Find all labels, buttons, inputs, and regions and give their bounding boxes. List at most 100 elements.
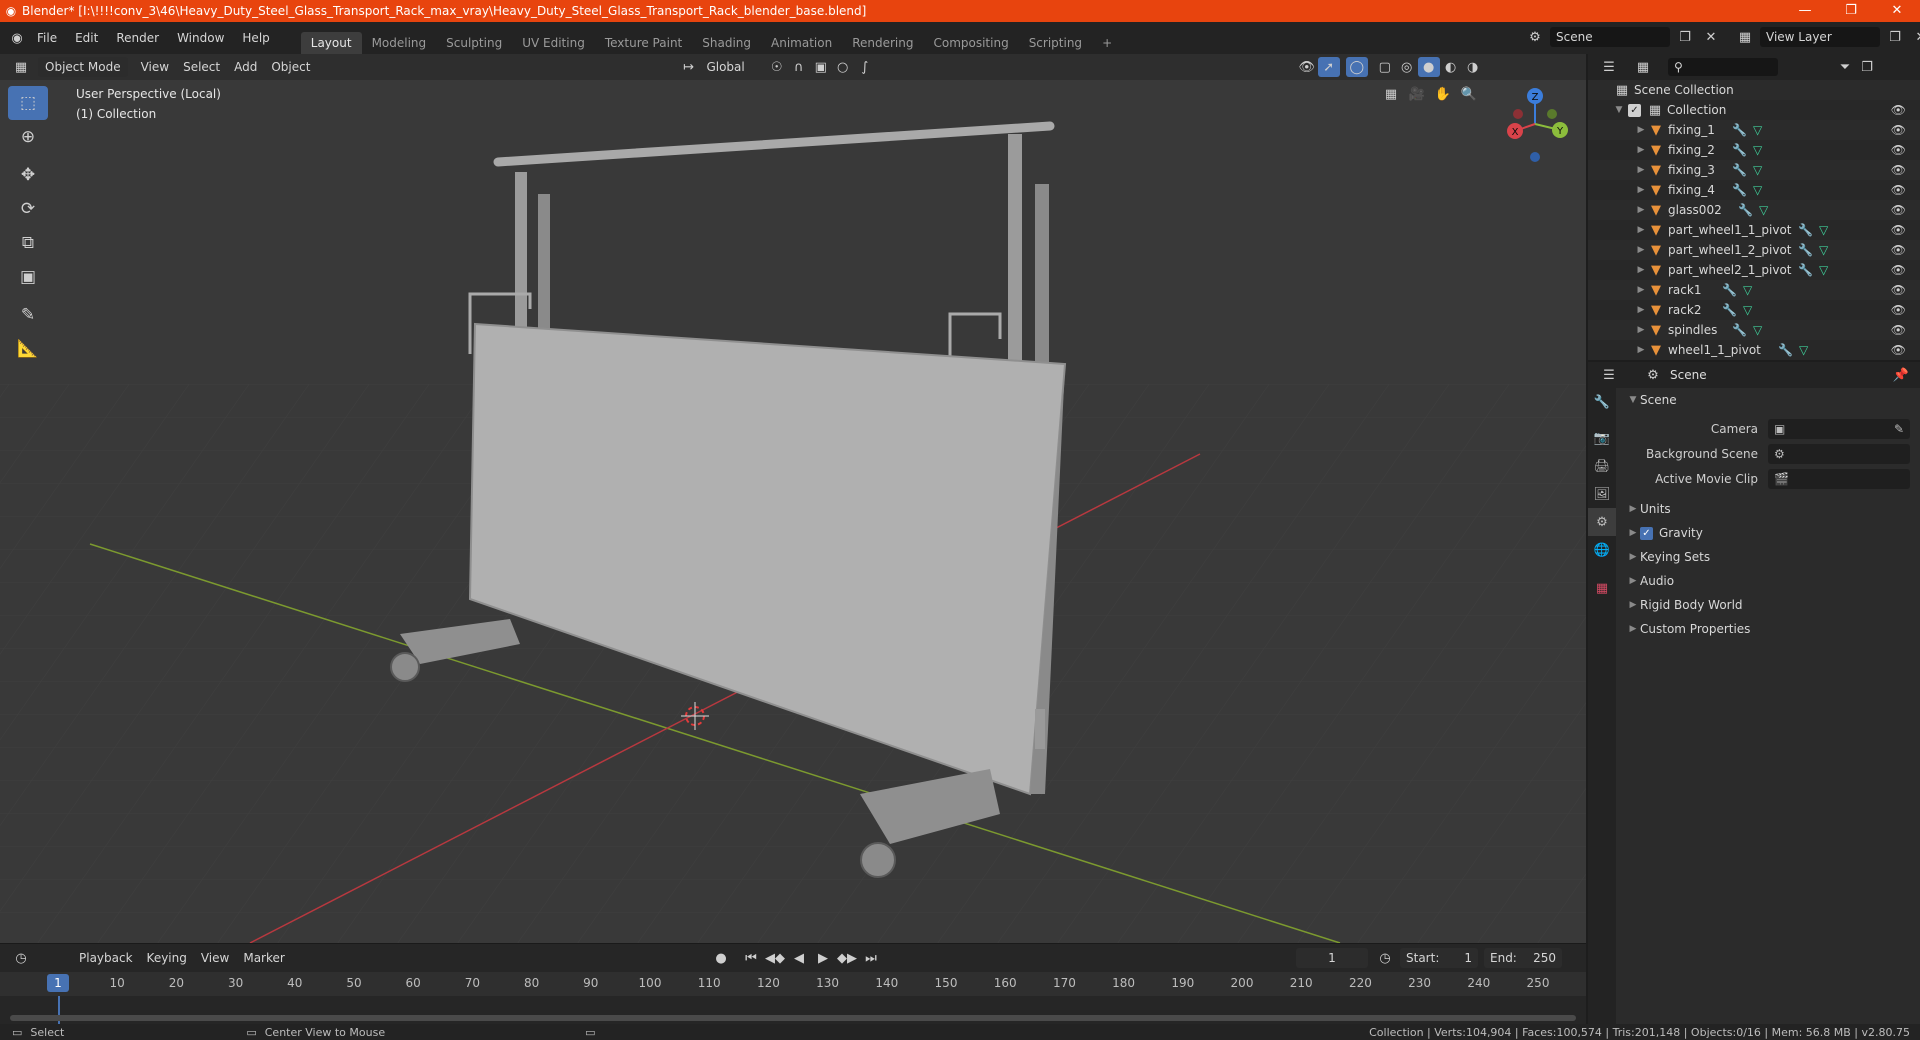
zoom-view-icon[interactable]: 🔍 — [1458, 84, 1480, 104]
menu-select[interactable]: Select — [176, 57, 227, 77]
expand-icon[interactable]: ▶ — [1626, 504, 1640, 514]
expand-icon[interactable]: ▶ — [1634, 245, 1648, 255]
menu-window[interactable]: Window — [168, 27, 233, 49]
menu-render[interactable]: Render — [107, 27, 168, 49]
tab-texture-paint[interactable]: Texture Paint — [595, 32, 692, 54]
overlays-toggle-icon[interactable]: ◯ — [1345, 57, 1368, 77]
menu-playback[interactable]: Playback — [72, 948, 140, 968]
output-tab-icon[interactable]: 🖨 — [1588, 452, 1616, 480]
mesh-data-icon[interactable]: ▽ — [1743, 283, 1752, 297]
eye-icon[interactable]: 👁 — [1891, 163, 1906, 177]
collapse-icon[interactable]: ▼ — [1626, 395, 1640, 405]
menu-help[interactable]: Help — [233, 27, 278, 49]
select-box-tool-icon[interactable]: ⬚ — [8, 86, 48, 120]
expand-icon[interactable]: ▶ — [1626, 552, 1640, 562]
mesh-data-icon[interactable]: ▽ — [1799, 343, 1808, 357]
cursor-tool-icon[interactable]: ⊕ — [8, 120, 48, 154]
delete-scene-icon[interactable]: ✕ — [1700, 27, 1722, 47]
units-panel-header[interactable]: ▶ Units — [1618, 497, 1920, 521]
list-item[interactable]: ▶ ▼ part_wheel1_2_pivot 🔧 ▽ 👁 — [1588, 240, 1920, 260]
keying-sets-panel-header[interactable]: ▶ Keying Sets — [1618, 545, 1920, 569]
toggle-perspective-icon[interactable]: ▦ — [1380, 84, 1402, 104]
eyedropper-icon[interactable]: ✎ — [1894, 422, 1904, 436]
eye-icon[interactable]: 👁 — [1891, 243, 1906, 257]
tab-rendering[interactable]: Rendering — [842, 32, 923, 54]
delete-view-layer-icon[interactable]: ✕ — [1910, 27, 1920, 47]
jump-start-icon[interactable]: ⏮ — [740, 948, 762, 968]
eye-icon[interactable]: 👁 — [1891, 183, 1906, 197]
tab-sculpting[interactable]: Sculpting — [436, 32, 512, 54]
eye-icon[interactable]: 👁 — [1891, 343, 1906, 357]
expand-icon[interactable]: ▶ — [1634, 325, 1648, 335]
new-scene-icon[interactable]: ❐ — [1674, 27, 1696, 47]
end-frame-field[interactable]: End: 250 — [1484, 948, 1562, 968]
custom-properties-panel-header[interactable]: ▶ Custom Properties — [1618, 617, 1920, 641]
modifier-icon[interactable]: 🔧 — [1732, 123, 1747, 137]
rendered-shading-icon[interactable]: ◑ — [1462, 57, 1484, 77]
tab-shading[interactable]: Shading — [692, 32, 761, 54]
record-icon[interactable]: ● — [710, 948, 732, 968]
view-layer-tab-icon[interactable]: 🖼 — [1588, 480, 1616, 508]
scene-tab-icon[interactable]: ⚙ — [1588, 508, 1616, 536]
eye-icon[interactable]: 👁 — [1891, 143, 1906, 157]
eye-icon[interactable]: 👁 — [1891, 203, 1906, 217]
annotate-tool-icon[interactable]: ✎ — [8, 298, 48, 332]
scene-panel-header[interactable]: ▼ Scene — [1618, 388, 1920, 412]
eye-icon[interactable]: 👁 — [1891, 283, 1906, 297]
prev-keyframe-icon[interactable]: ◀◆ — [764, 948, 786, 968]
display-mode-icon[interactable]: ▦ — [1632, 57, 1654, 77]
menu-marker[interactable]: Marker — [236, 948, 291, 968]
rigid-body-world-panel-header[interactable]: ▶ Rigid Body World — [1618, 593, 1920, 617]
menu-edit[interactable]: Edit — [66, 27, 107, 49]
maximize-button[interactable]: ❐ — [1828, 0, 1874, 22]
modifier-icon[interactable]: 🔧 — [1732, 143, 1747, 157]
eye-icon[interactable]: 👁 — [1891, 223, 1906, 237]
timeline-scrollbar[interactable] — [10, 1015, 1576, 1021]
active-movie-clip-field[interactable]: 🎬 — [1768, 468, 1910, 489]
current-frame-field[interactable]: 1 — [1296, 948, 1368, 968]
menu-keying[interactable]: Keying — [140, 948, 194, 968]
camera-field[interactable]: ▣ ✎ — [1768, 418, 1910, 439]
wireframe-shading-icon[interactable]: ◎ — [1396, 57, 1418, 77]
audio-panel-header[interactable]: ▶ Audio — [1618, 569, 1920, 593]
expand-icon[interactable]: ▶ — [1626, 576, 1640, 586]
scale-tool-icon[interactable]: ⧉ — [8, 226, 48, 260]
modifier-icon[interactable]: 🔧 — [1722, 283, 1737, 297]
list-item[interactable]: ▶ ▼ fixing_2 🔧 ▽ 👁 — [1588, 140, 1920, 160]
eye-icon[interactable]: 👁 — [1891, 123, 1906, 137]
eye-icon[interactable]: 👁 — [1891, 303, 1906, 317]
current-frame-indicator[interactable]: 1 — [47, 974, 69, 992]
expand-icon[interactable]: ▶ — [1634, 165, 1648, 175]
expand-icon[interactable]: ▶ — [1626, 600, 1640, 610]
properties-editor-type-icon[interactable]: ☰ — [1598, 365, 1620, 385]
snap-target-icon[interactable]: ▣ — [810, 57, 832, 77]
editor-type-icon[interactable]: ▦ — [10, 57, 32, 77]
modifier-icon[interactable]: 🔧 — [1732, 323, 1747, 337]
measure-tool-icon[interactable]: 📐 — [8, 332, 48, 366]
modifier-icon[interactable]: 🔧 — [1738, 203, 1753, 217]
menu-file[interactable]: File — [28, 27, 66, 49]
mesh-data-icon[interactable]: ▽ — [1819, 223, 1828, 237]
modifier-icon[interactable]: 🔧 — [1732, 183, 1747, 197]
list-item[interactable]: ▶ ▼ glass002 🔧 ▽ 👁 — [1588, 200, 1920, 220]
tab-uv-editing[interactable]: UV Editing — [512, 32, 595, 54]
texture-tab-icon[interactable]: ▦ — [1588, 574, 1616, 602]
expand-icon[interactable]: ▶ — [1634, 185, 1648, 195]
pan-view-icon[interactable]: ✋ — [1432, 84, 1454, 104]
tab-animation[interactable]: Animation — [761, 32, 842, 54]
mesh-data-icon[interactable]: ▽ — [1743, 303, 1752, 317]
move-tool-icon[interactable]: ✥ — [8, 158, 48, 192]
eye-icon[interactable]: 👁 — [1891, 323, 1906, 337]
object-mode-dropdown[interactable]: Object Mode — [38, 57, 128, 77]
preview-range-icon[interactable]: ◷ — [1374, 948, 1396, 968]
expand-icon[interactable]: ▶ — [1634, 345, 1648, 355]
mesh-data-icon[interactable]: ▽ — [1819, 263, 1828, 277]
modifier-icon[interactable]: 🔧 — [1778, 343, 1793, 357]
new-collection-icon[interactable]: ❐ — [1856, 57, 1878, 77]
list-item[interactable]: ▶ ▼ part_wheel2_1_pivot 🔧 ▽ 👁 — [1588, 260, 1920, 280]
expand-icon[interactable]: ▶ — [1634, 225, 1648, 235]
material-shading-icon[interactable]: ◐ — [1440, 57, 1462, 77]
modifier-icon[interactable]: 🔧 — [1798, 243, 1813, 257]
list-item[interactable]: ▶ ▼ fixing_1 🔧 ▽ 👁 — [1588, 120, 1920, 140]
scene-icon[interactable]: ⚙ — [1524, 27, 1546, 47]
